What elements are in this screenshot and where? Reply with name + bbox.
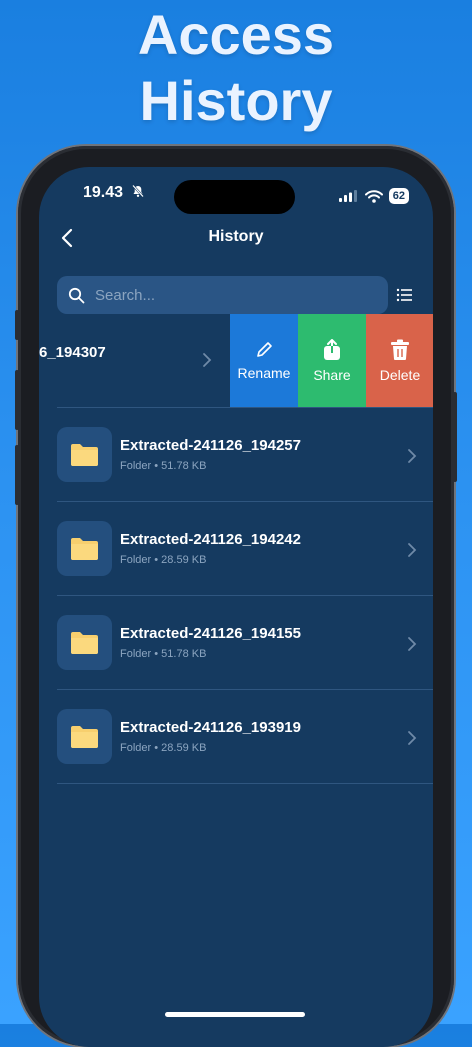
chevron-right-icon bbox=[408, 731, 417, 745]
page-title: History bbox=[208, 228, 264, 245]
folder-icon bbox=[71, 538, 98, 560]
rename-label: Rename bbox=[237, 365, 291, 381]
folder-thumbnail bbox=[57, 709, 112, 764]
item-name: Extracted-241126_194155 bbox=[120, 625, 301, 642]
item-meta: Folder • 28.59 KB bbox=[120, 742, 206, 754]
search-icon bbox=[68, 287, 85, 303]
list-item[interactable]: Extracted-241126_194155 Folder • 51.78 KB bbox=[39, 596, 433, 690]
swiped-list-item[interactable]: 6_194307 Rename Share Delete bbox=[39, 314, 433, 408]
chevron-right-icon bbox=[408, 449, 417, 463]
swiped-item-name: 6_194307 bbox=[39, 344, 106, 361]
item-size: 51.78 KB bbox=[161, 460, 207, 472]
item-meta: Folder • 28.59 KB bbox=[120, 554, 206, 566]
volume-up-button bbox=[15, 370, 19, 430]
dynamic-island bbox=[174, 180, 295, 214]
pencil-icon bbox=[257, 342, 272, 357]
time-text: 19.43 bbox=[83, 184, 124, 201]
list-divider bbox=[57, 783, 433, 784]
folder-thumbnail bbox=[57, 615, 112, 670]
promo-line-2: History bbox=[139, 69, 333, 132]
search-input[interactable] bbox=[93, 285, 357, 305]
app-screen: 19.43 62 History Search... 6_194307 Rena… bbox=[39, 167, 433, 1047]
item-name: Extracted-241126_193919 bbox=[120, 719, 301, 736]
list-item[interactable]: Extracted-241126_194242 Folder • 28.59 KB bbox=[39, 502, 433, 596]
folder-thumbnail bbox=[57, 521, 112, 576]
item-size: 28.59 KB bbox=[161, 742, 207, 754]
promo-headline: Access History bbox=[0, 2, 472, 134]
item-type: Folder bbox=[120, 554, 152, 566]
navigation-bar: History bbox=[39, 219, 433, 259]
item-name: Extracted-241126_194242 bbox=[120, 531, 301, 548]
folder-icon bbox=[71, 632, 98, 654]
delete-label: Delete bbox=[379, 367, 421, 383]
list-item[interactable]: Extracted-241126_193919 Folder • 28.59 KB bbox=[39, 690, 433, 784]
list-item[interactable]: Extracted-241126_194257 Folder • 51.78 KB bbox=[39, 408, 433, 502]
battery-indicator: 62 bbox=[388, 188, 409, 204]
meta-separator: • bbox=[151, 742, 162, 754]
item-type: Folder bbox=[120, 742, 152, 754]
mute-switch bbox=[15, 310, 19, 340]
delete-button[interactable]: Delete bbox=[366, 314, 433, 408]
item-meta: Folder • 51.78 KB bbox=[120, 460, 206, 472]
item-size: 51.78 KB bbox=[161, 648, 207, 660]
wifi-icon bbox=[364, 189, 383, 203]
status-indicators: 62 bbox=[338, 184, 409, 208]
item-type: Folder bbox=[120, 460, 152, 472]
folder-icon bbox=[71, 444, 98, 466]
cellular-signal-icon bbox=[338, 190, 357, 202]
status-time: 19.43 bbox=[83, 184, 145, 208]
chevron-right-icon bbox=[408, 543, 417, 557]
folder-thumbnail bbox=[57, 427, 112, 482]
power-button bbox=[453, 392, 457, 482]
home-indicator[interactable] bbox=[165, 1012, 305, 1017]
trash-icon bbox=[391, 339, 409, 360]
chevron-right-icon bbox=[203, 353, 212, 367]
bell-muted-icon bbox=[131, 184, 144, 198]
item-type: Folder bbox=[120, 648, 152, 660]
meta-separator: • bbox=[151, 648, 162, 660]
item-meta: Folder • 51.78 KB bbox=[120, 648, 206, 660]
item-name: Extracted-241126_194257 bbox=[120, 437, 301, 454]
promo-line-1: Access bbox=[137, 3, 335, 66]
item-size: 28.59 KB bbox=[161, 554, 207, 566]
share-icon bbox=[324, 339, 340, 360]
chevron-right-icon bbox=[408, 637, 417, 651]
meta-separator: • bbox=[151, 460, 162, 472]
volume-down-button bbox=[15, 445, 19, 505]
share-button[interactable]: Share bbox=[298, 314, 366, 408]
share-label: Share bbox=[313, 367, 351, 383]
search-bar[interactable] bbox=[57, 276, 388, 314]
meta-separator: • bbox=[151, 554, 162, 566]
rename-button[interactable]: Rename bbox=[230, 314, 298, 408]
folder-icon bbox=[71, 726, 98, 748]
list-view-icon[interactable] bbox=[396, 286, 414, 304]
